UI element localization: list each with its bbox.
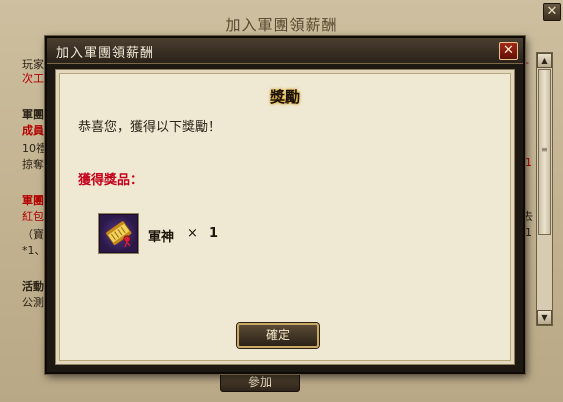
background-text: *1、 [22,244,46,257]
background-text: 掠奪 [22,158,44,171]
grip-icon: ≡ [541,145,548,154]
item-quantity: 1 [209,226,219,241]
background-close-button[interactable]: ✕ [543,3,561,21]
background-text: 成員 [22,124,44,137]
reward-heading: 獎勵 [269,88,300,106]
scroll-thumb[interactable]: ≡ [538,69,551,235]
confirm-button[interactable]: 確定 [237,323,319,348]
background-heading: 軍團 [22,194,44,207]
dialog-close-button[interactable]: ✕ [499,42,518,60]
scroll-up-arrow-icon[interactable]: ▲ [537,53,552,68]
dialog-titlebar[interactable]: 加入軍團領薪酬 ✕ [47,38,523,64]
join-button[interactable]: 參加 [220,372,300,392]
item-multiplier: × [187,226,198,241]
reward-label: 獲得獎品： [78,173,144,188]
background-text: （寶 [22,228,44,241]
background-text: 10禮 [22,142,47,155]
scroll-icon[interactable] [99,214,138,253]
background-text: 紅包 [22,210,44,223]
background-text: 1 [525,226,532,239]
scroll-down-arrow-icon[interactable]: ▼ [537,310,552,325]
reward-dialog: 加入軍團領薪酬 ✕ 獎勵 恭喜您，獲得以下獎勵！ 獲得獎品： 軍神 × 1 確定 [45,36,525,374]
background-heading: 活動 [22,280,44,293]
dialog-title: 加入軍團領薪酬 [56,46,155,61]
background-text: 1 [525,156,532,169]
background-text: 次工 [22,72,44,85]
congrats-message: 恭喜您，獲得以下獎勵！ [78,120,222,135]
background-text: 公測 [22,296,44,309]
background-scrollbar[interactable]: ▲ ≡ ▼ [536,52,553,326]
background-title: 加入軍團領薪酬 [225,16,338,34]
item-name: 軍神 [148,230,175,245]
background-heading: 軍團 [22,108,44,121]
background-text: - [525,56,529,69]
